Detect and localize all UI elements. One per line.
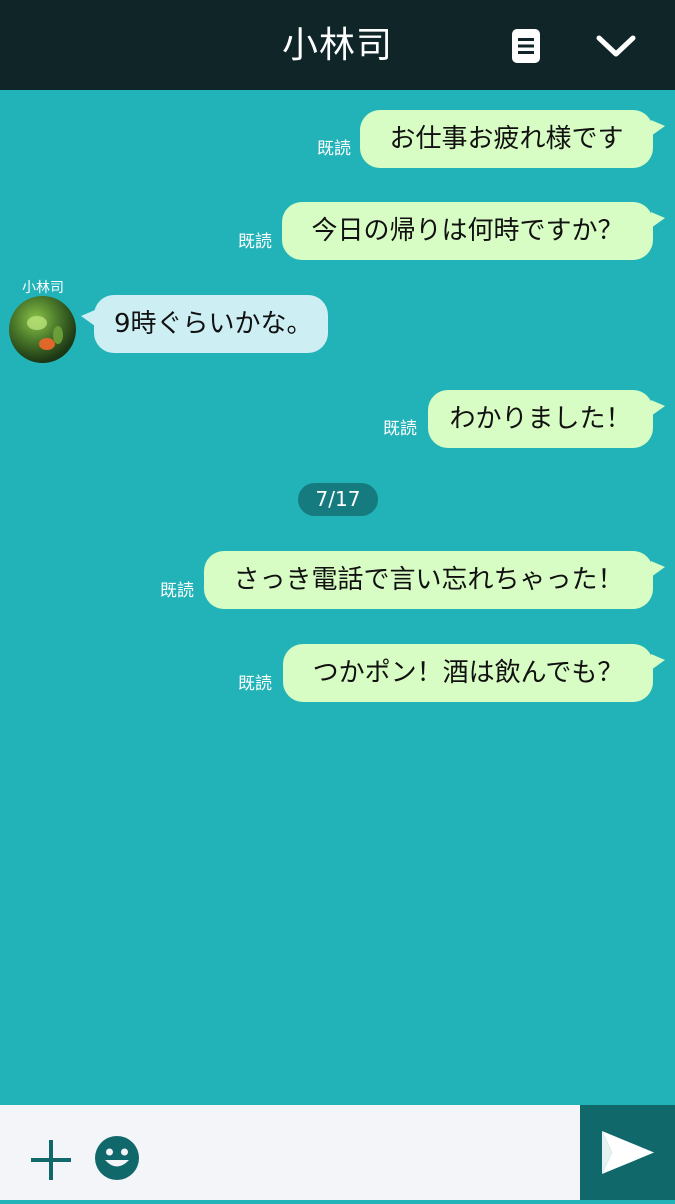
bubble-tail: [651, 212, 665, 228]
plus-icon[interactable]: [29, 1138, 73, 1182]
message-text: 今日の帰りは何時ですか？: [311, 216, 624, 246]
message-bubble[interactable]: お仕事お疲れ様です: [360, 110, 653, 168]
read-receipt: 既読: [238, 232, 272, 252]
send-button[interactable]: [580, 1105, 675, 1200]
chevron-down-icon[interactable]: [594, 30, 638, 62]
read-receipt: 既読: [383, 419, 417, 439]
avatar[interactable]: [9, 296, 76, 363]
sender-name: 小林司: [22, 280, 64, 296]
read-receipt: 既読: [160, 581, 194, 601]
read-receipt: 既読: [238, 674, 272, 694]
chat-header: 小林司: [0, 0, 675, 90]
bubble-tail: [651, 654, 665, 670]
emoji-icon[interactable]: [94, 1135, 140, 1181]
message-input[interactable]: [155, 1125, 569, 1182]
send-icon: [602, 1131, 654, 1174]
bubble-tail: [651, 120, 665, 136]
message-bubble[interactable]: 今日の帰りは何時ですか？: [282, 202, 653, 260]
message-text: わかりました！: [449, 404, 632, 434]
chat-title: 小林司: [281, 25, 393, 66]
message-bubble[interactable]: 9時ぐらいかな。: [94, 295, 328, 353]
message-bubble[interactable]: つかポン！酒は飲んでも？: [283, 644, 653, 702]
message-bubble[interactable]: わかりました！: [428, 390, 653, 448]
message-text: つかポン！酒は飲んでも？: [312, 658, 624, 688]
message-composer: [0, 1105, 675, 1200]
read-receipt: 既読: [317, 139, 351, 159]
bubble-tail: [651, 400, 665, 416]
date-separator: 7/17: [298, 483, 378, 516]
message-bubble[interactable]: さっき電話で言い忘れちゃった！: [204, 551, 653, 609]
message-text: 9時ぐらいかな。: [114, 309, 313, 339]
message-text: お仕事お疲れ様です: [389, 124, 624, 154]
message-text: さっき電話で言い忘れちゃった！: [233, 565, 624, 595]
bubble-tail: [81, 310, 95, 326]
bubble-tail: [651, 561, 665, 577]
memo-icon[interactable]: [510, 27, 542, 65]
message-list[interactable]: 既読 お仕事お疲れ様です 既読 今日の帰りは何時ですか？ 小林司 9時ぐらいかな…: [0, 90, 675, 1105]
